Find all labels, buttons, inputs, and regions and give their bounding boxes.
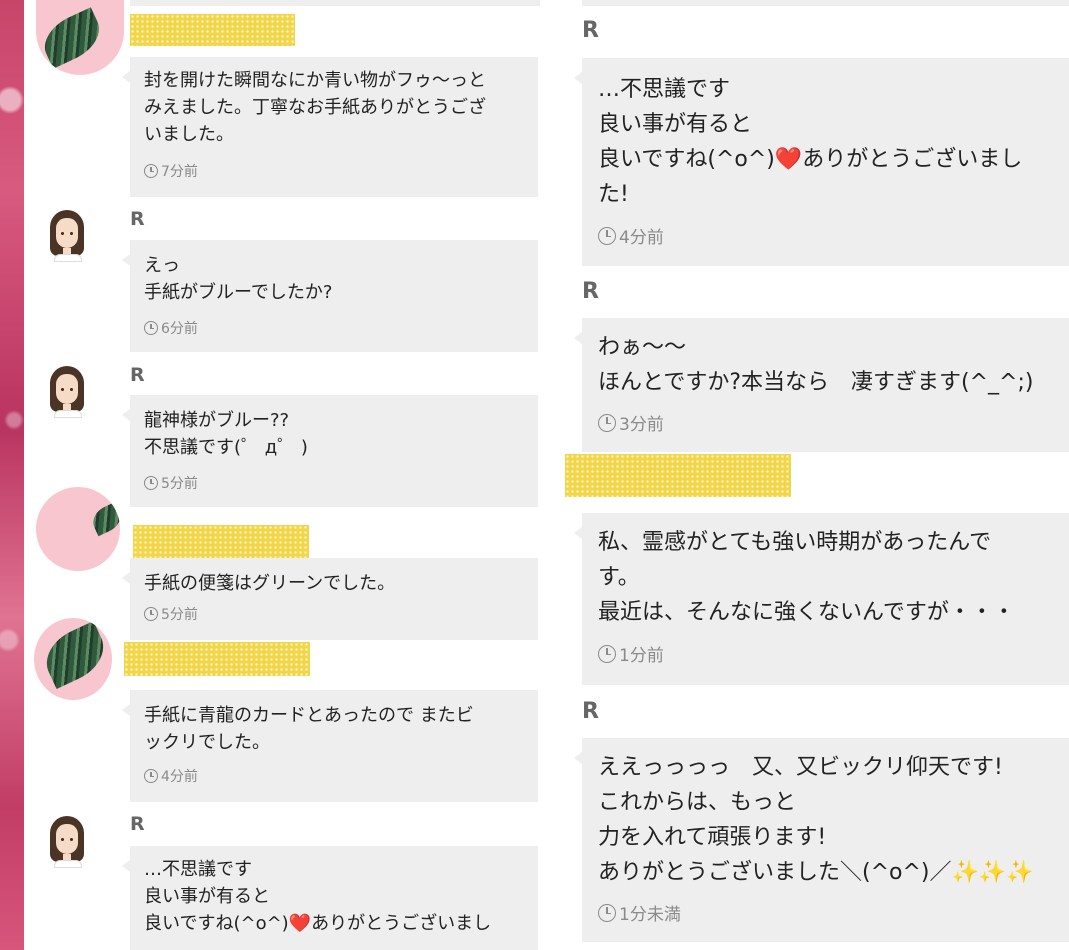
message-time: 6分前 [144,318,198,338]
sender-name: R [130,813,145,835]
sender-name: R [130,364,145,386]
clock-icon [144,769,158,783]
message-time: 5分前 [144,604,198,624]
message-time: 1分前 [598,641,664,666]
leaf-avatar-icon [36,7,108,69]
avatar[interactable] [46,816,88,868]
avatar[interactable] [36,0,124,75]
clock-icon [598,413,616,432]
previous-bubble-tail [130,0,540,6]
message-bubble[interactable]: 封を開けた瞬間なにか青い物がフゥ〜っと みえました。丁寧なお手紙ありがとうござ … [122,57,538,197]
clock-icon [144,607,158,621]
message-text: ええっっっっ 又、又ビックリ仰天です! これからは、もっと 力を入れて頑張ります… [598,755,1034,885]
message-text: …不思議です 良い事が有ると 良いですね(^o^)❤️ありがとうございまし た! [598,77,1023,207]
avatar[interactable] [34,618,112,700]
leaf-avatar-icon [37,621,112,689]
message-bubble[interactable]: ええっっっっ 又、又ビックリ仰天です! これからは、もっと 力を入れて頑張ります… [574,738,1069,942]
avatar[interactable] [36,487,120,571]
message-time: 4分前 [144,766,198,786]
message-text: 私、霊感がとても強い時期があったんで す。 最近は、そんなに強くないんですが・・… [598,530,1015,625]
clock-icon [598,644,616,663]
message-text: …不思議です 良い事が有ると 良いですね(^o^)❤️ありがとうございまし [144,859,492,934]
clock-icon [144,321,158,335]
clock-icon [144,476,158,490]
message-bubble[interactable]: 手紙の便箋はグリーンでした。 5分前 [122,558,538,640]
avatar[interactable] [46,366,88,418]
message-time: 7分前 [144,161,198,181]
message-time: 5分前 [144,473,198,493]
message-text: わぁ〜〜 ほんとですか?本当なら 凄すぎます(^_^;) [598,335,1034,395]
message-bubble[interactable]: …不思議です 良い事が有ると 良いですね(^o^)❤️ありがとうございまし [122,846,538,950]
message-time: 3分前 [598,410,664,435]
sender-name: R [582,279,599,304]
clock-icon [598,226,616,245]
message-bubble[interactable]: 私、霊感がとても強い時期があったんで す。 最近は、そんなに強くないんですが・・… [574,513,1069,685]
sender-name: R [130,208,145,230]
message-bubble[interactable]: えっ 手紙がブルーでしたか? 6分前 [122,240,538,352]
clock-icon [144,164,158,178]
leaf-avatar-icon [88,501,120,537]
sender-name: R [582,18,599,43]
message-text: 手紙の便箋はグリーンでした。 [144,573,396,594]
message-bubble[interactable]: わぁ〜〜 ほんとですか?本当なら 凄すぎます(^_^;) 3分前 [574,318,1069,452]
sender-name-mask [565,454,791,497]
message-text: 手紙に青龍のカードとあったので またビ ックリでした。 [144,705,474,753]
sender-name-mask [133,525,309,561]
avatar[interactable] [46,210,88,262]
message-bubble[interactable]: 龍神様がブルー?? 不思議です(゜ д゜ ) 5分前 [122,395,538,507]
message-time: 1分未満 [598,900,681,925]
sender-name-mask [124,642,310,676]
sender-name-mask [130,14,295,46]
sender-name: R [582,699,599,724]
message-time: 4分前 [598,223,664,248]
message-bubble[interactable]: …不思議です 良い事が有ると 良いですね(^o^)❤️ありがとうございまし た!… [574,58,1069,266]
message-bubble[interactable]: 手紙に青龍のカードとあったので またビ ックリでした。 4分前 [122,690,538,802]
message-text: えっ 手紙がブルーでしたか? [144,255,333,303]
background-strip [0,0,24,950]
message-text: 封を開けた瞬間なにか青い物がフゥ〜っと みえました。丁寧なお手紙ありがとうござ … [144,70,486,145]
previous-bubble-tail [582,0,1069,6]
message-text: 龍神様がブルー?? 不思議です(゜ д゜ ) [144,410,308,458]
clock-icon [598,903,616,922]
